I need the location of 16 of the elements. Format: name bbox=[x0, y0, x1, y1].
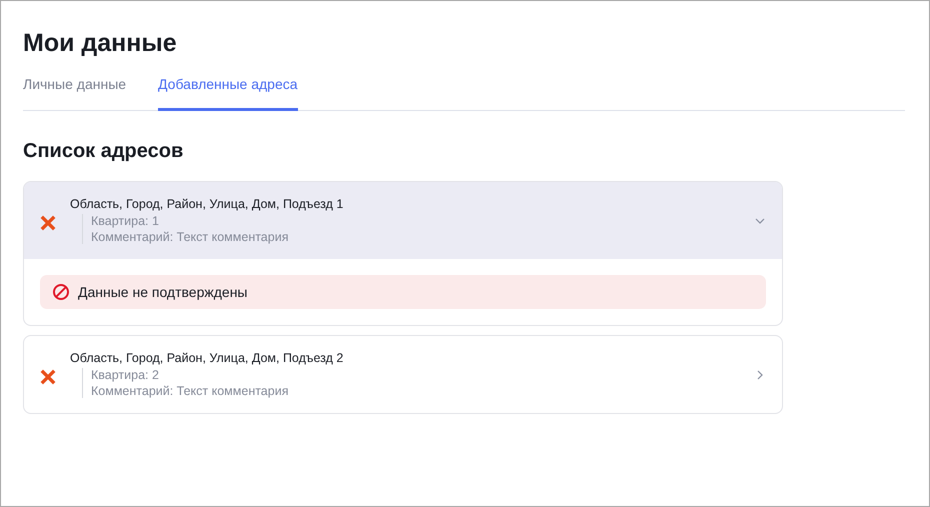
comment-text: Комментарий: Текст комментария bbox=[91, 230, 290, 244]
tab[interactable]: Личные данные bbox=[23, 76, 126, 111]
prohibited-icon bbox=[52, 283, 70, 301]
address-text: Область, Город, Район, Улица, Дом, Подъезд 1 bbox=[70, 197, 344, 211]
tab[interactable]: Добавленные адреса bbox=[158, 76, 298, 111]
address-header[interactable]: Область, Город, Район, Улица, Дом, Подъезд 2 Квартира: 2 Комментарий: Текст комментария bbox=[24, 336, 782, 413]
cross-icon bbox=[40, 368, 56, 384]
address-header[interactable]: Область, Город, Район, Улица, Дом, Подъезд 1 Квартира: 1 Комментарий: Текст комментария bbox=[24, 182, 782, 259]
apartment-text: Квартира: 1 bbox=[91, 214, 160, 228]
apartment-text: Квартира: 2 bbox=[91, 368, 160, 382]
comment-text: Комментарий: Текст комментария bbox=[91, 384, 290, 398]
cross-icon bbox=[40, 214, 56, 230]
page-title: Мои данные bbox=[23, 28, 178, 58]
address-text: Область, Город, Район, Улица, Дом, Подъезд 2 bbox=[70, 351, 344, 365]
status-text: Данные не подтверждены bbox=[78, 284, 248, 300]
section-title: Список адресов bbox=[23, 139, 184, 163]
